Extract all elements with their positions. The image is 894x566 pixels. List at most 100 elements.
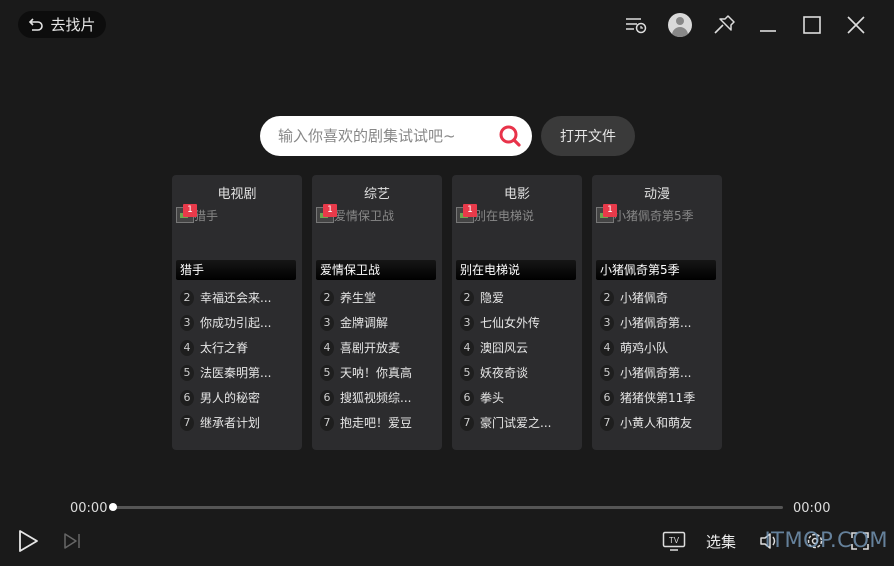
- rank-number: 5: [320, 364, 334, 381]
- list-item[interactable]: 4 太行之脊: [180, 335, 300, 360]
- item-title: 搜狐视频综...: [340, 391, 412, 405]
- category-title: 电视剧: [217, 187, 257, 202]
- poster-alt-text: 爱情保卫战: [334, 209, 395, 223]
- play-icon: [19, 530, 38, 552]
- back-label: 去找片: [50, 16, 96, 34]
- category-card-movie: 电影 别在电梯说 1 别在电梯说 2 隐爱 3 七仙女外传 4 澳囧风云 5 妖夜奇谈 …: [452, 175, 582, 450]
- poster-alt-text: 猎手: [194, 209, 219, 223]
- rank-number: 3: [600, 314, 614, 331]
- list-item[interactable]: 5 妖夜奇谈: [460, 360, 580, 385]
- list-item[interactable]: 4 澳囧风云: [460, 335, 580, 360]
- rank-badge: 1: [463, 204, 477, 217]
- item-title: 萌鸡小队: [620, 341, 669, 355]
- progress-bar[interactable]: [109, 503, 783, 511]
- rank-number: 6: [320, 389, 334, 406]
- rank-number: 4: [600, 339, 614, 356]
- list-item[interactable]: 6 拳头: [460, 385, 580, 410]
- category-title: 电影: [503, 187, 530, 202]
- poster-image[interactable]: 爱情保卫战 1: [316, 204, 438, 256]
- minimize-icon: [760, 30, 776, 32]
- list-item[interactable]: 4 萌鸡小队: [600, 335, 720, 360]
- total-time: 00:00: [793, 501, 831, 516]
- playlist-icon: [626, 18, 647, 34]
- list-item[interactable]: 5 小猪佩奇第...: [600, 360, 720, 385]
- avatar-icon: [668, 13, 692, 37]
- list-item[interactable]: 7 继承者计划: [180, 410, 300, 435]
- user-avatar-button[interactable]: [658, 10, 702, 40]
- top-title[interactable]: 别在电梯说: [456, 260, 576, 280]
- top-title[interactable]: 猎手: [176, 260, 296, 280]
- rank-number: 2: [320, 289, 334, 306]
- category-title: 综艺: [363, 187, 390, 202]
- list-item[interactable]: 7 豪门试爱之...: [460, 410, 580, 435]
- list-item[interactable]: 3 你成功引起...: [180, 310, 300, 335]
- rank-number: 5: [600, 364, 614, 381]
- next-button[interactable]: [60, 528, 84, 554]
- maximize-button[interactable]: [790, 10, 834, 40]
- list-item[interactable]: 6 猪猪侠第11季: [600, 385, 720, 410]
- list-item[interactable]: 6 男人的秘密: [180, 385, 300, 410]
- rank-number: 7: [180, 414, 194, 431]
- rank-list: 2 隐爱 3 七仙女外传 4 澳囧风云 5 妖夜奇谈 6 拳头 7 豪门试爱之...: [460, 285, 580, 435]
- search-input[interactable]: [276, 126, 490, 146]
- list-item[interactable]: 7 抱走吧！爱豆: [320, 410, 440, 435]
- list-item[interactable]: 5 天呐！你真高: [320, 360, 440, 385]
- playlist-button[interactable]: [614, 10, 658, 40]
- rank-number: 2: [460, 289, 474, 306]
- rank-number: 5: [460, 364, 474, 381]
- item-title: 继承者计划: [200, 416, 261, 430]
- item-title: 小猪佩奇: [620, 291, 669, 305]
- rank-number: 3: [320, 314, 334, 331]
- poster-image[interactable]: 别在电梯说 1: [456, 204, 578, 256]
- top-title[interactable]: 小猪佩奇第5季: [596, 260, 716, 280]
- list-item[interactable]: 2 小猪佩奇: [600, 285, 720, 310]
- item-title: 幸福还会来...: [200, 291, 272, 305]
- item-title: 养生堂: [340, 291, 377, 305]
- item-title: 豪门试爱之...: [480, 416, 552, 430]
- back-button[interactable]: 去找片: [18, 11, 106, 38]
- list-item[interactable]: 2 隐爱: [460, 285, 580, 310]
- rank-number: 3: [460, 314, 474, 331]
- pin-button[interactable]: [702, 10, 746, 40]
- poster-image[interactable]: 小猪佩奇第5季 1: [596, 204, 718, 256]
- search-icon[interactable]: [498, 124, 522, 148]
- list-item[interactable]: 7 小黄人和萌友: [600, 410, 720, 435]
- list-item[interactable]: 2 养生堂: [320, 285, 440, 310]
- poster-image[interactable]: 猎手 1: [176, 204, 298, 256]
- list-item[interactable]: 4 喜剧开放麦: [320, 335, 440, 360]
- list-item[interactable]: 3 七仙女外传: [460, 310, 580, 335]
- list-item[interactable]: 5 法医秦明第...: [180, 360, 300, 385]
- list-item[interactable]: 3 小猪佩奇第...: [600, 310, 720, 335]
- item-title: 你成功引起...: [200, 316, 272, 330]
- window-controls: [614, 10, 878, 40]
- item-title: 男人的秘密: [200, 391, 261, 405]
- open-file-button[interactable]: 打开文件: [541, 116, 635, 156]
- item-title: 抱走吧！爱豆: [340, 416, 413, 430]
- item-title: 太行之脊: [200, 341, 249, 355]
- list-item[interactable]: 6 搜狐视频综...: [320, 385, 440, 410]
- rank-list: 2 幸福还会来... 3 你成功引起... 4 太行之脊 5 法医秦明第... 6 男人的…: [180, 285, 300, 435]
- category-card-variety: 综艺 爱情保卫战 1 爱情保卫战 2 养生堂 3 金牌调解 4 喜剧开放麦 5 天呐！你…: [312, 175, 442, 450]
- rank-list: 2 小猪佩奇 3 小猪佩奇第... 4 萌鸡小队 5 小猪佩奇第... 6 猪猪侠第11季…: [600, 285, 720, 435]
- tv-cast-button[interactable]: TV: [661, 528, 687, 554]
- close-button[interactable]: [834, 10, 878, 40]
- episodes-button[interactable]: 选集: [704, 528, 738, 554]
- item-title: 金牌调解: [340, 316, 389, 330]
- progress-handle[interactable]: [109, 503, 117, 511]
- category-card-anime: 动漫 小猪佩奇第5季 1 小猪佩奇第5季 2 小猪佩奇 3 小猪佩奇第... 4 萌鸡…: [592, 175, 722, 450]
- item-title: 天呐！你真高: [340, 366, 413, 380]
- list-item[interactable]: 3 金牌调解: [320, 310, 440, 335]
- poster-alt-text: 小猪佩奇第5季: [614, 209, 694, 223]
- top-title[interactable]: 爱情保卫战: [316, 260, 436, 280]
- tv-cast-icon: TV: [662, 531, 686, 551]
- rank-number: 7: [460, 414, 474, 431]
- rank-number: 3: [180, 314, 194, 331]
- maximize-icon: [803, 16, 821, 34]
- item-title: 拳头: [480, 391, 505, 405]
- play-button[interactable]: [14, 528, 42, 554]
- list-item[interactable]: 2 幸福还会来...: [180, 285, 300, 310]
- minimize-button[interactable]: [746, 10, 790, 40]
- rank-number: 5: [180, 364, 194, 381]
- item-title: 小猪佩奇第...: [620, 366, 692, 380]
- rank-list: 2 养生堂 3 金牌调解 4 喜剧开放麦 5 天呐！你真高 6 搜狐视频综... 7 抱走吧…: [320, 285, 440, 435]
